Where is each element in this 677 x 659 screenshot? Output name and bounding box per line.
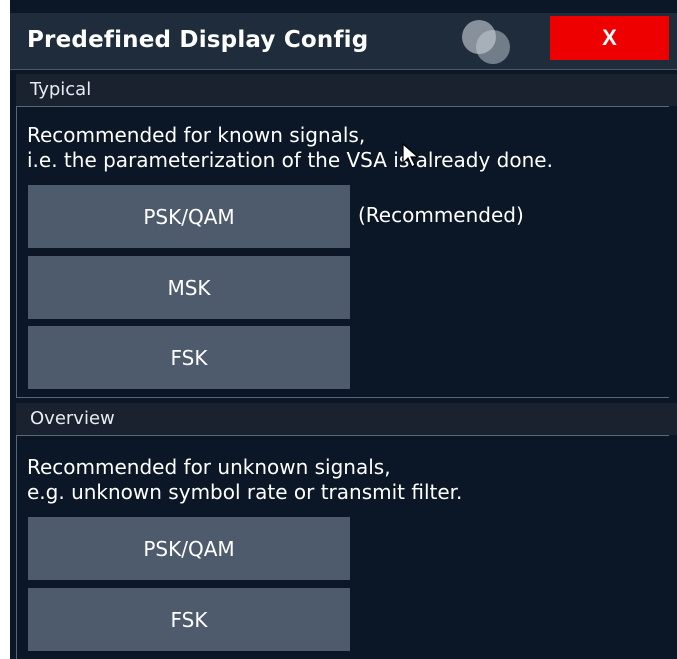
close-button[interactable]: X [550,16,669,60]
typical-msk-button[interactable]: MSK [28,256,350,319]
section-header-typical: Typical [16,74,677,106]
overview-description: Recommended for unknown signals, e.g. un… [27,455,677,505]
predefined-display-config-dialog: Predefined Display Config X Typical Reco… [10,0,677,659]
overview-psk-qam-button[interactable]: PSK/QAM [28,517,350,580]
section-header-overview: Overview [16,403,677,435]
overview-description-line-2: e.g. unknown symbol rate or transmit fil… [27,480,463,504]
close-icon: X [602,25,617,50]
overview-description-line-1: Recommended for unknown signals, [27,455,391,479]
title-bar: Predefined Display Config X [10,13,677,70]
typical-fsk-button[interactable]: FSK [28,326,350,389]
recommended-note: (Recommended) [358,203,524,227]
typical-description-line-2: i.e. the parameterization of the VSA is … [27,148,553,172]
dialog-title: Predefined Display Config [27,27,369,53]
typical-description: Recommended for known signals, i.e. the … [27,123,677,173]
typical-description-line-1: Recommended for known signals, [27,123,366,147]
overview-fsk-button[interactable]: FSK [28,588,350,651]
typical-psk-qam-button[interactable]: PSK/QAM [28,185,350,248]
section-label-typical: Typical [30,79,92,100]
mouse-cursor-icon [402,143,420,168]
section-label-overview: Overview [30,408,115,429]
decorative-circles-icon [462,20,510,64]
